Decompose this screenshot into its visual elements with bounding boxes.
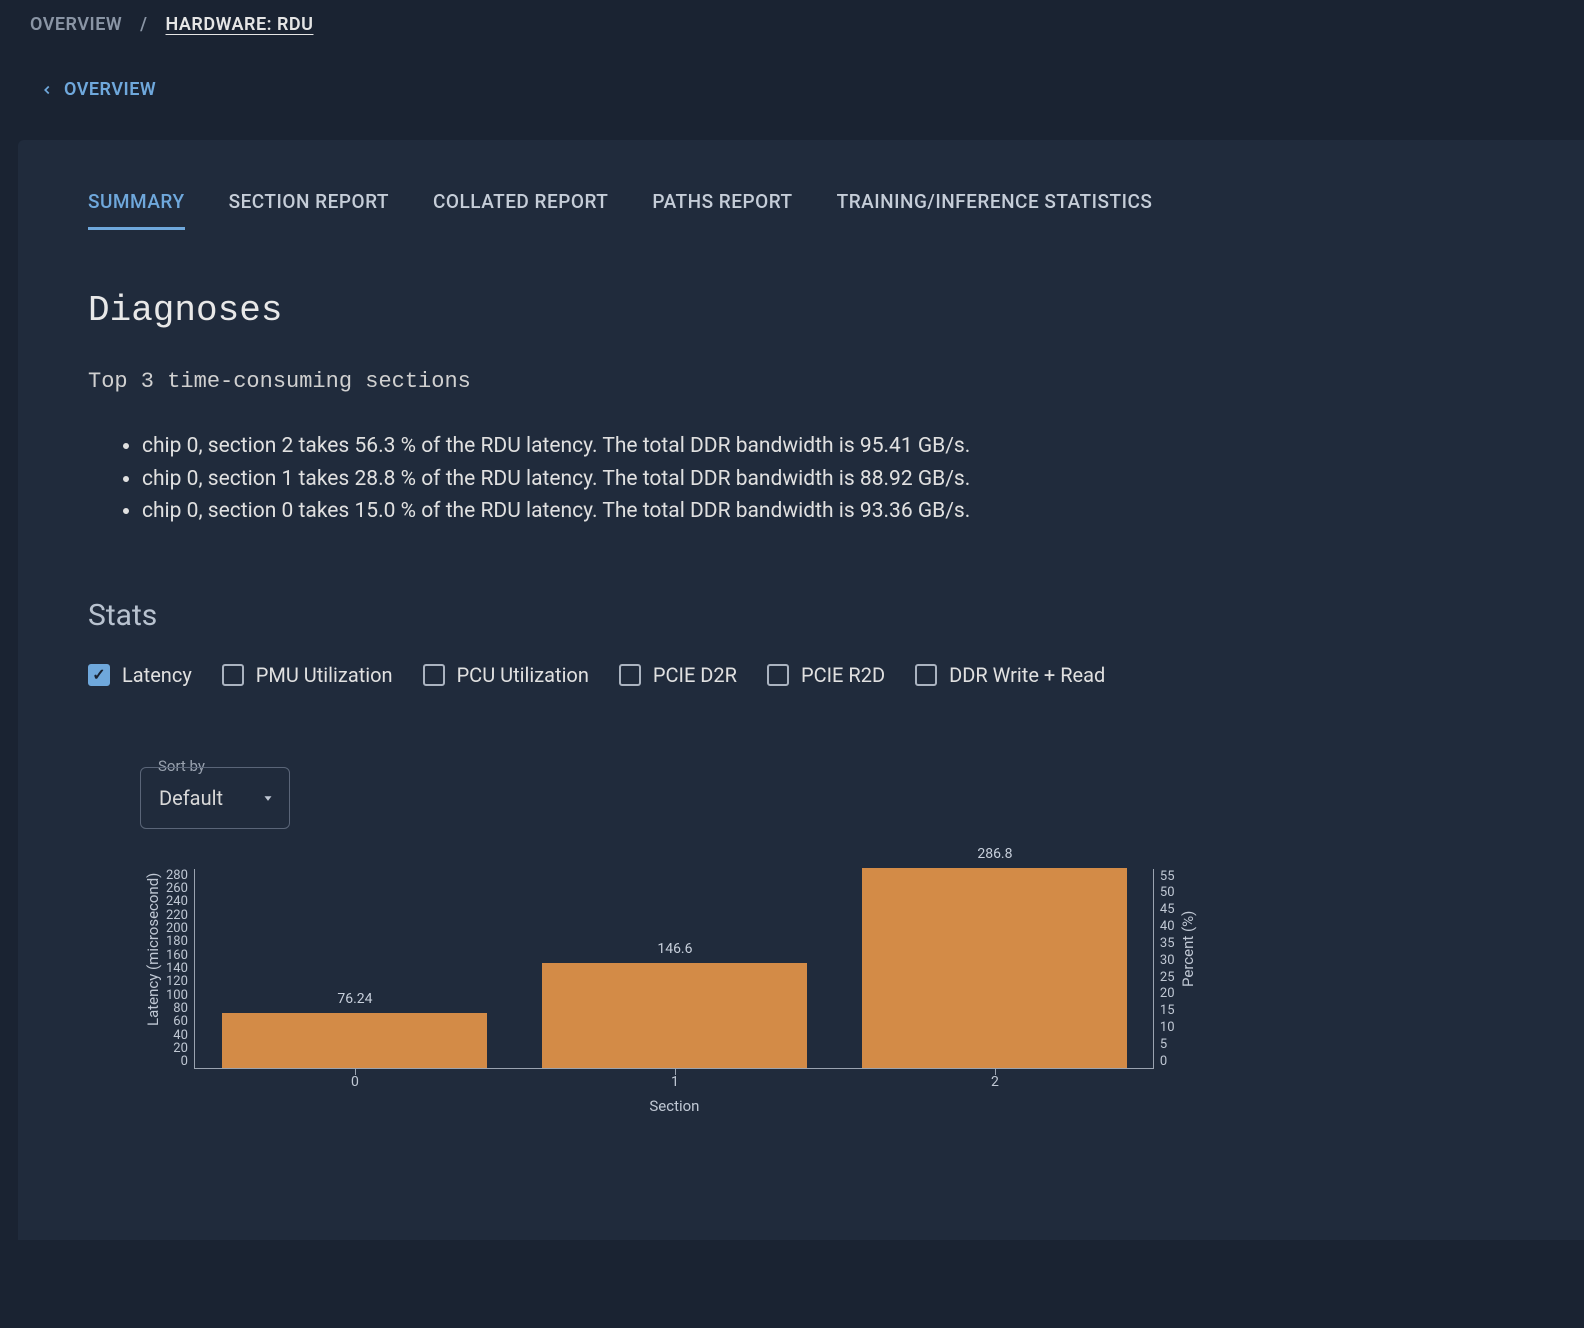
plot-area: Section 76.240146.61286.82 — [194, 869, 1154, 1069]
y2-tick: 55 — [1160, 869, 1175, 884]
checkbox-box[interactable] — [88, 664, 110, 686]
y2-tick: 20 — [1160, 986, 1175, 1001]
diagnoses-subtitle: Top 3 time-consuming sections — [88, 369, 1514, 394]
checkbox-pcie-r-d[interactable]: PCIE R2D — [767, 663, 885, 687]
y2-tick: 5 — [1160, 1037, 1167, 1052]
y-tick: 80 — [173, 1002, 188, 1015]
stats-checkbox-row: Latency PMU Utilization PCU Utilization PCI… — [88, 663, 1514, 687]
y-tick: 220 — [166, 909, 188, 922]
y-tick: 60 — [173, 1015, 188, 1028]
diagnosis-item: chip 0, section 1 takes 28.8 % of the RD… — [142, 463, 1514, 496]
y-tick: 120 — [166, 975, 188, 988]
checkbox-box[interactable] — [222, 664, 244, 686]
checkbox-ddr-write-read[interactable]: DDR Write + Read — [915, 663, 1105, 687]
checkbox-box[interactable] — [915, 664, 937, 686]
x-tick-mark — [355, 1069, 356, 1075]
back-link-label: OVERVIEW — [64, 79, 156, 100]
x-tick: 2 — [985, 1074, 1005, 1090]
y-axis-label: Latency (microsecond) — [140, 829, 166, 1069]
breadcrumb-current[interactable]: HARDWARE: RDU — [166, 14, 314, 35]
checkbox-pcu-utilization[interactable]: PCU Utilization — [423, 663, 589, 687]
bar-value-label: 76.24 — [222, 991, 487, 1007]
checkbox-box[interactable] — [619, 664, 641, 686]
checkbox-latency[interactable]: Latency — [88, 663, 192, 687]
x-axis-label: Section — [195, 1097, 1154, 1115]
bar-value-label: 146.6 — [542, 941, 807, 957]
sort-by-control: Sort by Default — [140, 767, 1514, 829]
tab-training-inference-statistics[interactable]: TRAINING/INFERENCE STATISTICS — [837, 190, 1153, 230]
diagnosis-item: chip 0, section 0 takes 15.0 % of the RD… — [142, 495, 1514, 528]
bar-section-0[interactable] — [222, 1013, 487, 1067]
checkbox-box[interactable] — [423, 664, 445, 686]
tab-summary[interactable]: SUMMARY — [88, 190, 185, 230]
y2-tick: 25 — [1160, 970, 1175, 985]
bar-section-1[interactable] — [542, 963, 807, 1068]
checkbox-label: PMU Utilization — [256, 663, 393, 687]
y-tick: 20 — [173, 1042, 188, 1055]
x-tick: 1 — [665, 1074, 685, 1090]
bar-value-label: 286.8 — [862, 846, 1127, 862]
y-tick: 140 — [166, 962, 188, 975]
y2-tick: 0 — [1160, 1054, 1167, 1069]
y-axis-ticks: 280260240220200180160140120100806040200 — [166, 869, 194, 1069]
checkbox-pcie-d-r[interactable]: PCIE D2R — [619, 663, 737, 687]
y-tick: 240 — [166, 895, 188, 908]
diagnosis-item: chip 0, section 2 takes 56.3 % of the RD… — [142, 430, 1514, 463]
checkbox-pmu-utilization[interactable]: PMU Utilization — [222, 663, 393, 687]
checkbox-label: DDR Write + Read — [949, 663, 1105, 687]
y2-tick: 35 — [1160, 936, 1175, 951]
y2-tick: 15 — [1160, 1003, 1175, 1018]
breadcrumb: OVERVIEW / HARDWARE: RDU — [0, 0, 1584, 49]
bar-section-2[interactable] — [862, 868, 1127, 1068]
y2-tick: 50 — [1160, 885, 1175, 900]
sort-by-select[interactable]: Default — [140, 767, 290, 829]
y-tick: 100 — [166, 989, 188, 1002]
diagnoses-heading: Diagnoses — [88, 290, 1514, 331]
y-tick: 0 — [181, 1055, 188, 1068]
y2-tick: 10 — [1160, 1020, 1175, 1035]
y-tick: 180 — [166, 935, 188, 948]
y2-tick: 45 — [1160, 902, 1175, 917]
latency-chart: Latency (microsecond) 280260240220200180… — [140, 869, 1514, 1069]
stats-heading: Stats — [88, 598, 1514, 633]
breadcrumb-separator: / — [140, 14, 147, 35]
diagnoses-list: chip 0, section 2 takes 56.3 % of the RD… — [88, 430, 1514, 528]
y2-tick: 40 — [1160, 919, 1175, 934]
y-tick: 280 — [166, 869, 188, 882]
y2-axis-ticks: 5550454035302520151050 — [1153, 869, 1175, 1069]
breadcrumb-root[interactable]: OVERVIEW — [30, 14, 122, 35]
tab-bar: SUMMARY SECTION REPORT COLLATED REPORT PATH… — [88, 190, 1514, 230]
checkbox-label: Latency — [122, 663, 192, 687]
y2-tick: 30 — [1160, 953, 1175, 968]
x-tick: 0 — [345, 1074, 365, 1090]
sort-by-value: Default — [159, 786, 223, 810]
checkbox-box[interactable] — [767, 664, 789, 686]
content-panel: SUMMARY SECTION REPORT COLLATED REPORT PATH… — [18, 140, 1584, 1240]
chevron-left-icon — [40, 83, 54, 97]
y-tick: 260 — [166, 882, 188, 895]
x-tick-mark — [675, 1069, 676, 1075]
y-tick: 40 — [173, 1029, 188, 1042]
back-to-overview-link[interactable]: OVERVIEW — [0, 49, 1584, 140]
tab-section-report[interactable]: SECTION REPORT — [229, 190, 389, 230]
checkbox-label: PCU Utilization — [457, 663, 589, 687]
checkbox-label: PCIE D2R — [653, 663, 737, 687]
dropdown-caret-icon — [261, 786, 275, 810]
checkbox-label: PCIE R2D — [801, 663, 885, 687]
y-tick: 160 — [166, 949, 188, 962]
tab-paths-report[interactable]: PATHS REPORT — [652, 190, 792, 230]
y-tick: 200 — [166, 922, 188, 935]
tab-collated-report[interactable]: COLLATED REPORT — [433, 190, 608, 230]
y2-axis-label: Percent (%) — [1175, 829, 1201, 1069]
x-tick-mark — [995, 1069, 996, 1075]
